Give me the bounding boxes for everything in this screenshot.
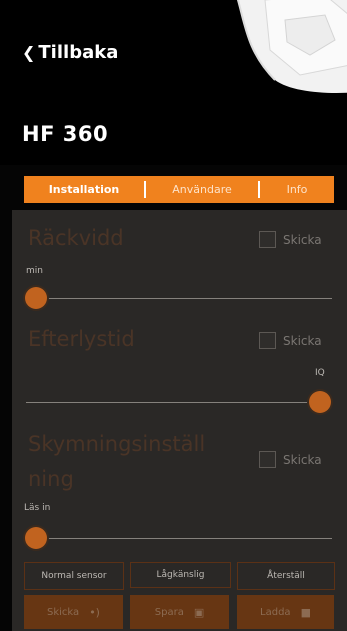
- range-slider-label: min: [26, 266, 43, 276]
- range-send-checkbox[interactable]: Skicka: [259, 231, 322, 248]
- low-sensitive-button[interactable]: Lågkänslig: [130, 562, 231, 588]
- tab-bar: Installation Användare Info: [24, 176, 334, 203]
- range-slider-thumb[interactable]: [25, 287, 47, 309]
- checkbox-box[interactable]: [259, 332, 276, 349]
- page-title: HF 360: [22, 122, 109, 146]
- save-button[interactable]: Spara ▣: [130, 595, 229, 629]
- back-button[interactable]: ❮ Tillbaka: [22, 42, 118, 63]
- send-button[interactable]: Skicka •): [24, 595, 123, 629]
- back-label: Tillbaka: [38, 42, 119, 63]
- tab-info[interactable]: Info: [260, 183, 334, 196]
- range-slider-track[interactable]: [34, 298, 332, 299]
- checkbox-label: Skicka: [283, 452, 322, 467]
- save-label: Spara: [154, 606, 184, 618]
- twilight-title-cont: ning: [28, 467, 74, 491]
- twilight-send-checkbox[interactable]: Skicka: [259, 451, 322, 468]
- checkbox-box[interactable]: [259, 451, 276, 468]
- sensor-product-image: [236, 0, 347, 93]
- afterglow-send-checkbox[interactable]: Skicka: [259, 332, 322, 349]
- checkbox-box[interactable]: [259, 231, 276, 248]
- normal-sensor-button[interactable]: Normal sensor: [24, 562, 124, 590]
- range-title: Räckvidd: [28, 226, 124, 250]
- header: ❮ Tillbaka HF 360: [0, 0, 347, 165]
- afterglow-slider-thumb[interactable]: [309, 391, 331, 413]
- folder-icon: ■: [300, 605, 311, 619]
- checkbox-label: Skicka: [283, 333, 322, 348]
- tab-installation[interactable]: Installation: [24, 183, 144, 196]
- floppy-disk-icon: ▣: [193, 605, 205, 619]
- checkbox-label: Skicka: [283, 232, 322, 247]
- afterglow-title: Efterlystid: [28, 327, 135, 351]
- send-label: Skicka: [47, 606, 80, 618]
- afterglow-slider-track[interactable]: [26, 402, 320, 403]
- wireless-signal-icon: •): [89, 605, 100, 619]
- twilight-slider-track[interactable]: [34, 538, 332, 539]
- tab-users[interactable]: Användare: [146, 183, 258, 196]
- reset-button[interactable]: Återställ: [237, 562, 335, 590]
- twilight-title: Skymningsinställ: [28, 432, 206, 456]
- load-label: Ladda: [260, 606, 291, 618]
- twilight-slider-label: Läs in: [24, 503, 51, 513]
- chevron-left-icon: ❮: [22, 43, 36, 62]
- load-button[interactable]: Ladda ■: [237, 595, 334, 629]
- twilight-slider-thumb[interactable]: [25, 527, 47, 549]
- afterglow-slider-label: IQ: [315, 368, 325, 378]
